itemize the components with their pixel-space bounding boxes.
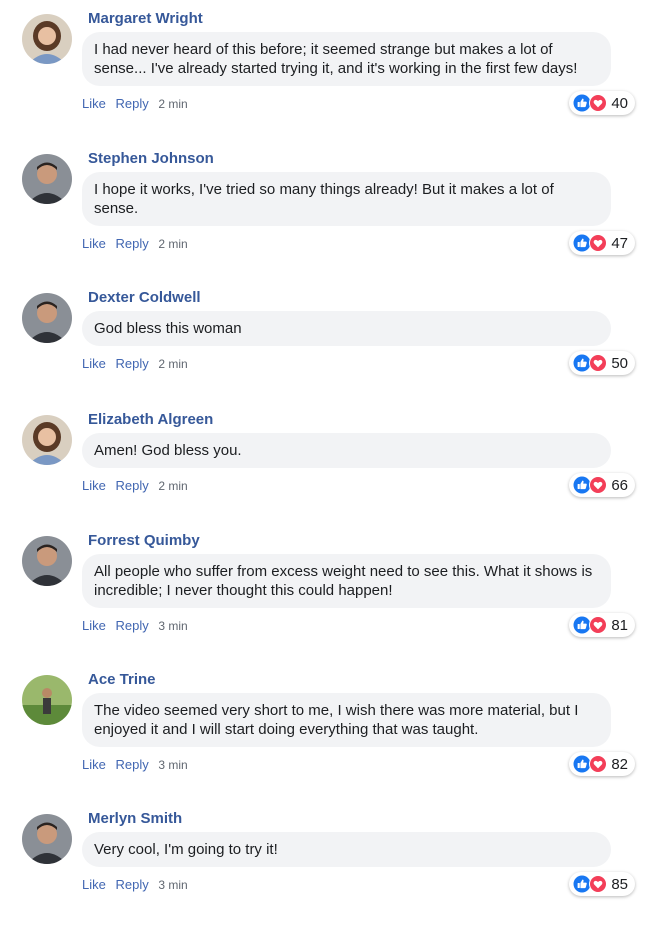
- love-reaction-icon: [589, 875, 608, 893]
- like-link[interactable]: Like: [82, 478, 106, 493]
- avatar-man[interactable]: [22, 536, 72, 586]
- reply-link[interactable]: Reply: [115, 356, 148, 371]
- comment-2: Stephen Johnson I hope it works, I've tr…: [0, 140, 649, 270]
- love-reaction-icon: [589, 234, 608, 252]
- comment-text: I hope it works, I've tried so many thin…: [82, 172, 611, 226]
- comment-timestamp[interactable]: 3 min: [158, 619, 187, 633]
- like-link[interactable]: Like: [82, 236, 106, 251]
- comment-actions: Like Reply 3 min: [82, 618, 194, 633]
- love-reaction-icon: [589, 755, 608, 773]
- like-link[interactable]: Like: [82, 757, 106, 772]
- reaction-count-badge[interactable]: 66: [569, 473, 635, 497]
- commenter-name[interactable]: Forrest Quimby: [88, 532, 200, 549]
- avatar-woman[interactable]: [22, 415, 72, 465]
- comment-actions: Like Reply 2 min: [82, 356, 194, 371]
- comment-text: Very cool, I'm going to try it!: [82, 832, 611, 867]
- reaction-count: 85: [611, 875, 628, 893]
- comment-timestamp[interactable]: 2 min: [158, 479, 187, 493]
- like-link[interactable]: Like: [82, 877, 106, 892]
- reaction-count: 50: [611, 354, 628, 372]
- reply-link[interactable]: Reply: [115, 236, 148, 251]
- reply-link[interactable]: Reply: [115, 618, 148, 633]
- comment-4: Elizabeth Algreen Amen! God bless you. L…: [0, 401, 649, 531]
- avatar-woman[interactable]: [22, 14, 72, 64]
- reply-link[interactable]: Reply: [115, 478, 148, 493]
- reaction-count-badge[interactable]: 50: [569, 351, 635, 375]
- comment-text: I had never heard of this before; it see…: [82, 32, 611, 86]
- comment-actions: Like Reply 2 min: [82, 236, 194, 251]
- comment-actions: Like Reply 2 min: [82, 478, 194, 493]
- reply-link[interactable]: Reply: [115, 877, 148, 892]
- commenter-name[interactable]: Margaret Wright: [88, 10, 203, 27]
- comment-5: Forrest Quimby All people who suffer fro…: [0, 522, 649, 652]
- reaction-count: 47: [611, 234, 628, 252]
- love-reaction-icon: [589, 476, 608, 494]
- comment-3: Dexter Coldwell God bless this woman Lik…: [0, 279, 649, 409]
- comment-1: Margaret Wright I had never heard of thi…: [0, 0, 649, 130]
- reply-link[interactable]: Reply: [115, 757, 148, 772]
- reaction-count: 82: [611, 755, 628, 773]
- love-reaction-icon: [589, 616, 608, 634]
- reaction-count-badge[interactable]: 40: [569, 91, 635, 115]
- avatar-person-outdoors[interactable]: [22, 675, 72, 725]
- comment-actions: Like Reply 3 min: [82, 757, 194, 772]
- comment-timestamp[interactable]: 3 min: [158, 758, 187, 772]
- comment-text: God bless this woman: [82, 311, 611, 346]
- reaction-count-badge[interactable]: 82: [569, 752, 635, 776]
- comment-text: All people who suffer from excess weight…: [82, 554, 611, 608]
- comment-text: The video seemed very short to me, I wis…: [82, 693, 611, 747]
- like-link[interactable]: Like: [82, 96, 106, 111]
- reaction-count-badge[interactable]: 47: [569, 231, 635, 255]
- avatar-man[interactable]: [22, 293, 72, 343]
- comment-timestamp[interactable]: 3 min: [158, 878, 187, 892]
- love-reaction-icon: [589, 354, 608, 372]
- commenter-name[interactable]: Ace Trine: [88, 671, 156, 688]
- comment-actions: Like Reply 2 min: [82, 96, 194, 111]
- comment-6: Ace Trine The video seemed very short to…: [0, 661, 649, 791]
- commenter-name[interactable]: Dexter Coldwell: [88, 289, 201, 306]
- reaction-count-badge[interactable]: 81: [569, 613, 635, 637]
- like-link[interactable]: Like: [82, 356, 106, 371]
- avatar-man[interactable]: [22, 814, 72, 864]
- love-reaction-icon: [589, 94, 608, 112]
- reply-link[interactable]: Reply: [115, 96, 148, 111]
- commenter-name[interactable]: Merlyn Smith: [88, 810, 182, 827]
- avatar-man[interactable]: [22, 154, 72, 204]
- comment-text: Amen! God bless you.: [82, 433, 611, 468]
- reaction-count: 81: [611, 616, 628, 634]
- comment-timestamp[interactable]: 2 min: [158, 357, 187, 371]
- commenter-name[interactable]: Stephen Johnson: [88, 150, 214, 167]
- like-link[interactable]: Like: [82, 618, 106, 633]
- commenter-name[interactable]: Elizabeth Algreen: [88, 411, 213, 428]
- reaction-count: 66: [611, 476, 628, 494]
- comment-timestamp[interactable]: 2 min: [158, 97, 187, 111]
- comment-actions: Like Reply 3 min: [82, 877, 194, 892]
- comment-7: Merlyn Smith Very cool, I'm going to try…: [0, 800, 649, 930]
- reaction-count: 40: [611, 94, 628, 112]
- comment-timestamp[interactable]: 2 min: [158, 237, 187, 251]
- reaction-count-badge[interactable]: 85: [569, 872, 635, 896]
